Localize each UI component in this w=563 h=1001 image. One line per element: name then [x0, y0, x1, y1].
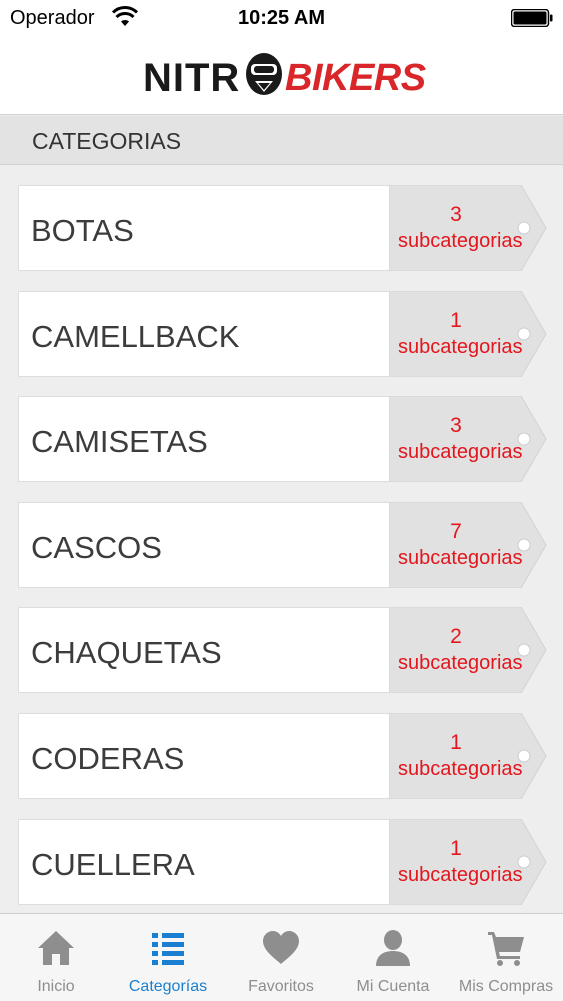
subcategory-tag-icon: [389, 396, 547, 482]
tab-favoritos[interactable]: Favoritos: [225, 914, 337, 1001]
subcategory-count: 7: [450, 520, 462, 543]
tab-label: Inicio: [37, 978, 75, 995]
category-name: CUELLERA: [31, 847, 195, 882]
category-item-camisetas[interactable]: CAMISETAS 3 subcategorias: [18, 396, 548, 482]
subcategory-tag-icon: [389, 502, 547, 588]
category-item-cascos[interactable]: CASCOS 7 subcategorias: [18, 502, 548, 588]
heart-icon: [263, 931, 299, 964]
cart-icon: [488, 932, 524, 966]
category-item-coderas[interactable]: CODERAS 1 subcategorias: [18, 713, 548, 799]
subcategory-count: 3: [450, 203, 462, 226]
user-icon: [376, 930, 410, 966]
home-icon: [38, 931, 74, 965]
subcategory-count: 2: [450, 625, 462, 648]
battery-icon: [511, 9, 553, 27]
section-header: CATEGORIAS: [0, 116, 563, 165]
category-item-cuellera[interactable]: CUELLERA 1 subcategorias: [18, 819, 548, 905]
category-name: CAMELLBACK: [31, 319, 240, 354]
subcategory-label: subcategorias: [398, 547, 523, 569]
category-name: CASCOS: [31, 530, 162, 565]
subcategory-count: 1: [450, 731, 462, 754]
category-name: CAMISETAS: [31, 424, 208, 459]
tab-mi-cuenta[interactable]: Mi Cuenta: [337, 914, 449, 1001]
app-logo: NITR BIKERS: [143, 48, 426, 104]
status-bar: Operador 10:25 AM: [0, 0, 563, 38]
subcategory-label: subcategorias: [398, 336, 523, 358]
subcategory-tag-icon: [389, 819, 547, 905]
tab-label: Favoritos: [248, 978, 314, 995]
category-name-box: CUELLERA: [18, 819, 391, 905]
subcategory-tag-icon: [389, 185, 547, 271]
logo-text-nitro: NITR: [143, 56, 241, 100]
clock: 10:25 AM: [237, 7, 326, 29]
subcategory-label: subcategorias: [398, 441, 523, 463]
tab-mis-compras[interactable]: Mis Compras: [450, 914, 562, 1001]
category-name-box: BOTAS: [18, 185, 391, 271]
category-name-box: CODERAS: [18, 713, 391, 799]
category-item-camellback[interactable]: CAMELLBACK 1 subcategorias: [18, 291, 548, 377]
category-name: BOTAS: [31, 213, 134, 248]
subcategory-label: subcategorias: [398, 758, 523, 780]
app-header: NITR BIKERS: [0, 38, 563, 115]
subcategory-label: subcategorias: [398, 864, 523, 886]
tab-inicio[interactable]: Inicio: [0, 914, 112, 1001]
category-name-box: CAMISETAS: [18, 396, 391, 482]
category-name-box: CHAQUETAS: [18, 607, 391, 693]
category-name-box: CAMELLBACK: [18, 291, 391, 377]
category-name-box: CASCOS: [18, 502, 391, 588]
section-title: CATEGORIAS: [32, 128, 182, 154]
category-item-chaquetas[interactable]: CHAQUETAS 2 subcategorias: [18, 607, 548, 693]
subcategory-tag-icon: [389, 607, 547, 693]
helmet-icon: [246, 53, 282, 95]
subcategory-count: 1: [450, 309, 462, 332]
tab-label: Mi Cuenta: [356, 978, 430, 995]
list-icon: [152, 933, 184, 965]
subcategory-tag-icon: [389, 713, 547, 799]
subcategory-label: subcategorias: [398, 230, 523, 252]
subcategory-count: 1: [450, 837, 462, 860]
tab-label: Categorías: [128, 978, 208, 995]
subcategory-count: 3: [450, 414, 462, 437]
logo-text-bikers: BIKERS: [285, 57, 426, 99]
subcategory-label: subcategorias: [398, 652, 523, 674]
tab-categorias[interactable]: Categorías: [112, 914, 224, 1001]
category-name: CODERAS: [31, 741, 185, 776]
category-name: CHAQUETAS: [31, 635, 222, 670]
tab-bar: Inicio Categorías Favoritos Mi Cuenta Mi…: [0, 913, 563, 1001]
tab-label: Mis Compras: [458, 978, 554, 995]
category-item-botas[interactable]: BOTAS 3 subcategorias: [18, 185, 548, 271]
subcategory-tag-icon: [389, 291, 547, 377]
